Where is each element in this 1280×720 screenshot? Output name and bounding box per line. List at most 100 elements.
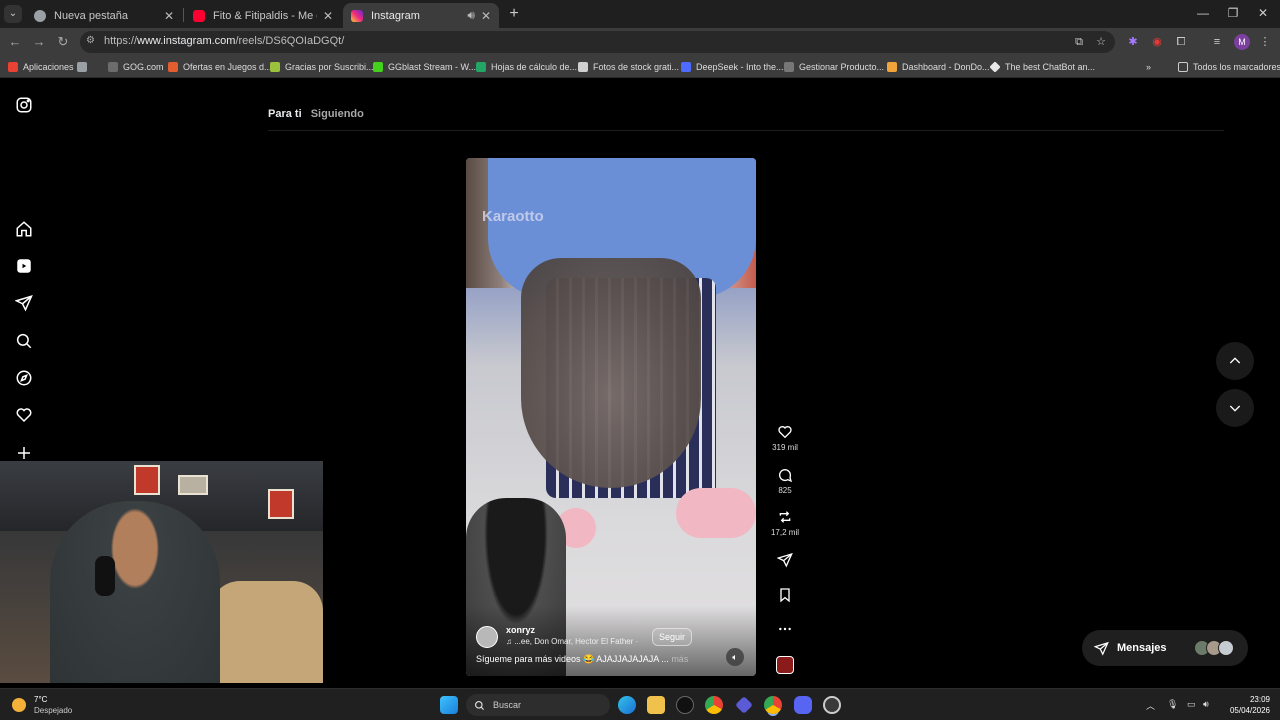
taskbar-search[interactable]: Buscar — [466, 694, 610, 716]
restore-button[interactable]: ❐ — [1218, 6, 1248, 20]
tray-expand-icon[interactable]: ︿ — [1146, 699, 1155, 712]
home-icon[interactable] — [15, 220, 33, 238]
close-icon[interactable]: ✕ — [323, 9, 333, 23]
reels-icon[interactable] — [15, 257, 33, 275]
notifications-heart-icon[interactable] — [15, 406, 33, 424]
comment-bubble-icon[interactable] — [777, 467, 793, 483]
close-icon[interactable]: ✕ — [481, 9, 491, 23]
more-dots-icon[interactable] — [777, 621, 793, 637]
share-send-icon[interactable] — [777, 552, 793, 568]
epic-app-icon[interactable] — [676, 696, 694, 714]
bookmark-apps[interactable]: Aplicaciones — [8, 60, 74, 74]
extension-red-icon[interactable]: ◉ — [1148, 33, 1166, 51]
webcam-microphone — [95, 556, 115, 596]
bookmark-hojas[interactable]: Hojas de cálculo de... — [476, 60, 577, 74]
microphone-icon[interactable]: 🎙︎ — [1167, 699, 1178, 710]
bookmark-gog[interactable]: GOG.com — [108, 60, 164, 74]
speaker-icon[interactable]: 🔊︎ — [467, 8, 475, 23]
more-link[interactable]: más — [671, 654, 688, 664]
address-bar[interactable]: ⚙ https://www.instagram.com/reels/DS6QOI… — [80, 31, 1115, 53]
edge-icon[interactable] — [618, 696, 636, 714]
bookmark-gracias[interactable]: Gracias por Suscribi... — [270, 60, 374, 74]
file-explorer-icon[interactable] — [647, 696, 665, 714]
weather-widget[interactable]: 7°C Despejado — [12, 694, 72, 716]
tab-siguiendo[interactable]: Siguiendo — [311, 108, 364, 120]
weather-condition: Despejado — [34, 706, 73, 715]
chrome-profile-icon[interactable] — [764, 696, 782, 714]
profile-avatar[interactable]: M — [1234, 34, 1250, 50]
bookmark-deepseek[interactable]: DeepSeek - Into the... — [681, 60, 784, 74]
tab-new-tab[interactable]: Nueva pestaña ✕ — [26, 3, 182, 28]
new-tab-button[interactable]: + — [504, 4, 524, 24]
search-placeholder: Buscar — [493, 700, 522, 710]
bookmark-ggblast[interactable]: GGblast Stream - W... — [373, 60, 476, 74]
tab-search-button[interactable]: ⌄ — [4, 5, 22, 23]
bookmark-chatbot[interactable]: The best ChatBot an... — [989, 60, 1095, 74]
bookmark-icon[interactable] — [777, 587, 793, 603]
bookmark-grid[interactable] — [77, 60, 92, 74]
direct-send-icon[interactable] — [14, 294, 33, 312]
close-icon[interactable]: ✕ — [164, 9, 174, 23]
follow-button[interactable]: Seguir — [652, 628, 693, 646]
extensions-puzzle-icon[interactable]: ⧠ — [1172, 33, 1190, 51]
next-reel-button[interactable] — [1216, 389, 1254, 427]
network-icon[interactable]: ▭ — [1187, 699, 1196, 710]
previous-reel-button[interactable] — [1216, 342, 1254, 380]
minimize-button[interactable]: — — [1188, 6, 1218, 20]
tab-instagram[interactable]: Instagram 🔊︎ ✕ — [343, 3, 499, 28]
explore-compass-icon[interactable] — [15, 369, 33, 387]
url-text[interactable]: https://www.instagram.com/reels/DS6QOIaD… — [104, 35, 344, 47]
heart-icon[interactable] — [777, 424, 793, 440]
clock-date: 05/04/2026 — [1229, 706, 1270, 715]
music-info[interactable]: ♫ ...ee, Don Omar, Hector El Father · — [506, 637, 638, 646]
author-avatar[interactable] — [476, 626, 498, 648]
messages-button[interactable]: Mensajes — [1082, 630, 1248, 666]
cast-icon[interactable]: ⧉ — [1070, 33, 1088, 51]
bookmark-star-icon[interactable]: ☆ — [1092, 33, 1110, 51]
bookmark-fotos[interactable]: Fotos de stock grati... — [578, 60, 679, 74]
chevron-up-icon — [1229, 357, 1241, 364]
bookmark-gestionar[interactable]: Gestionar Producto... — [784, 60, 884, 74]
extension-gear-icon[interactable]: ✱ — [1124, 33, 1142, 51]
feed-tabs: Para ti Siguiendo — [268, 108, 370, 120]
bookmarks-overflow-icon[interactable]: » — [1146, 60, 1151, 74]
more-options — [770, 621, 800, 637]
all-bookmarks-folder[interactable]: Todos los marcadores — [1178, 60, 1280, 74]
search-icon — [475, 700, 485, 710]
share-action — [770, 552, 800, 568]
video-slippers — [676, 488, 756, 538]
system-clock[interactable]: 23:09 05/04/2026 — [1222, 694, 1270, 716]
bookmark-favicon — [168, 62, 178, 72]
bookmark-ofertas[interactable]: Ofertas en Juegos d... — [168, 60, 272, 74]
mute-toggle-icon[interactable]: 🔈︎ — [726, 648, 744, 666]
tab-youtube[interactable]: Fito & Fitipaldis - Me equivocaría ✕ — [185, 3, 341, 28]
audio-thumbnail[interactable] — [776, 656, 794, 674]
menu-kebab-icon[interactable]: ⋮ — [1256, 33, 1274, 51]
site-info-icon[interactable]: ⚙ — [86, 35, 95, 46]
app-circle-icon[interactable] — [823, 696, 841, 714]
reload-icon[interactable]: ↻ — [54, 33, 72, 51]
window-close-button[interactable]: ✕ — [1248, 6, 1278, 20]
tab-title: Nueva pestaña — [54, 9, 128, 22]
reel-video[interactable]: Karaotto xonryz ♫ ...ee, Don Omar, Hecto… — [466, 158, 756, 676]
volume-icon[interactable]: 🔊︎ — [1203, 699, 1209, 710]
chrome-icon[interactable] — [705, 696, 723, 714]
windows-start-icon[interactable] — [440, 696, 458, 714]
folder-icon — [1178, 62, 1188, 72]
back-arrow-icon[interactable]: ← — [6, 33, 24, 51]
forward-arrow-icon[interactable]: → — [30, 33, 48, 51]
like-action: 319 mil — [770, 424, 800, 452]
repost-icon[interactable] — [777, 509, 793, 525]
instagram-logo-icon[interactable] — [15, 96, 33, 114]
create-plus-icon[interactable] — [15, 444, 33, 462]
bookmark-dashboard[interactable]: Dashboard - DonDo... — [887, 60, 990, 74]
tab-para-ti[interactable]: Para ti — [268, 108, 302, 120]
search-icon[interactable] — [15, 332, 33, 350]
video-watermark: Karaotto — [482, 208, 544, 225]
comment-count: 825 — [778, 486, 792, 495]
author-username[interactable]: xonryz — [506, 625, 535, 635]
media-queue-icon[interactable]: ≡ — [1208, 33, 1226, 51]
save-action — [770, 587, 800, 603]
discord-icon[interactable] — [794, 696, 812, 714]
app-diamond-icon[interactable] — [735, 696, 753, 714]
